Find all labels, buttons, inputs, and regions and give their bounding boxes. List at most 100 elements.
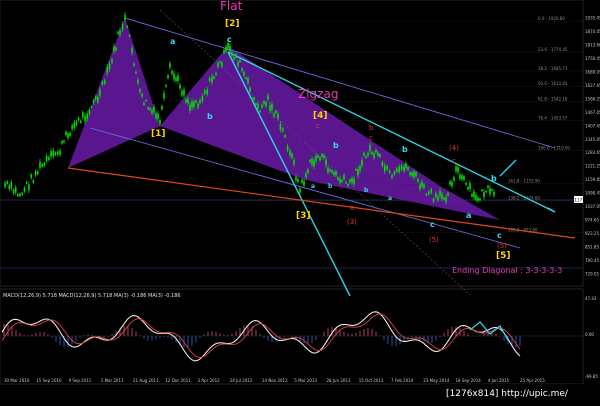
candle-body: [121, 23, 124, 30]
candle-body: [341, 179, 343, 182]
wave-a3-label: a: [311, 183, 315, 190]
x-tick-label: 3 Apr 2012: [198, 378, 221, 383]
candle-body: [253, 97, 255, 101]
candle-body: [477, 197, 479, 201]
candle-body: [157, 113, 159, 120]
red-c-label: c: [316, 122, 320, 130]
y-tick-label: 790.45: [585, 258, 599, 263]
candle-body: [284, 135, 286, 138]
candle-body: [469, 183, 471, 189]
candle-body: [141, 93, 143, 97]
candle-body: [277, 113, 279, 119]
fib-level-label: 0.0 - 1920.80: [538, 16, 565, 21]
candle-body: [119, 29, 121, 35]
candle-body: [331, 170, 333, 173]
y-tick-label: 1407.45: [585, 123, 600, 128]
y-tick-label: 1689.05: [585, 69, 600, 74]
candle-body: [381, 162, 384, 166]
candle-body: [61, 141, 63, 144]
candle-body: [473, 191, 475, 198]
wave-a4-label: a: [388, 195, 392, 202]
chart-window: 0.0 - 1920.80 23.6 - 1774.45 38.2 - 1685.7…: [0, 0, 600, 402]
x-tick-label: 21 Aug 2011: [133, 378, 159, 383]
wave-c3-label: c: [497, 231, 502, 240]
fib-level-label: 38.2 - 1685.71: [538, 66, 568, 71]
candle-body: [333, 172, 335, 176]
candle-body: [249, 87, 251, 92]
candle-body: [77, 117, 80, 121]
candle-body: [113, 46, 115, 52]
x-tick-label: 24 Jul 2012: [230, 378, 253, 383]
candle-body: [48, 156, 50, 161]
candle-body: [23, 187, 26, 192]
red-c2-label: c: [369, 134, 373, 142]
candle-body: [345, 181, 347, 184]
candle-body: [289, 150, 291, 156]
y-tick-label: 1467.05: [585, 110, 600, 115]
candle-body: [211, 76, 213, 83]
candle-body: [415, 172, 417, 176]
y-tick-label: 1874.05: [585, 29, 600, 34]
y-tick-label: 729.05: [585, 272, 599, 277]
candle-body: [65, 131, 67, 136]
x-tick-label: 12 Dec 2011: [165, 378, 191, 383]
candle-body: [173, 73, 175, 80]
candle-body: [28, 184, 30, 191]
wave-b6-label: b: [364, 187, 369, 194]
x-tick-label: 25 Apr 2015: [520, 378, 545, 383]
candle-body: [247, 78, 249, 84]
candle-body: [279, 123, 282, 130]
candle-body: [52, 150, 55, 157]
x-tick-label: 23 May 2014: [423, 378, 450, 383]
candle-body: [56, 151, 59, 155]
candle-body: [155, 113, 157, 118]
current-price-text: 1177.95: [575, 198, 592, 203]
candle-body: [167, 75, 169, 79]
candle-body: [191, 101, 193, 108]
candle-body: [84, 115, 86, 122]
candle-body: [388, 170, 391, 173]
candle-body: [21, 192, 24, 195]
candle-body: [463, 176, 465, 180]
y-tick-label: 1935.45: [585, 16, 600, 21]
credit-text: [1276x814] http://upic.me/: [446, 389, 569, 399]
candle-body: [299, 188, 301, 193]
candle-body: [267, 95, 269, 100]
fib-level-label: 61.8 - 1542.18: [538, 96, 568, 101]
candle-body: [325, 159, 327, 166]
candle-body: [384, 165, 386, 172]
candle-body: [398, 166, 400, 172]
candle-body: [391, 174, 393, 178]
candle-body: [323, 154, 325, 159]
candle-body: [317, 155, 319, 158]
candle-body: [69, 133, 71, 137]
candle-body: [97, 97, 99, 103]
candle-body: [243, 72, 245, 76]
candle-body: [151, 110, 153, 114]
y-tick-label: 974.65: [585, 218, 599, 223]
candle-body: [437, 196, 439, 201]
candle-body: [82, 112, 84, 118]
candle-body: [71, 125, 73, 130]
fib-level-label: 76.4 - 1453.57: [538, 115, 568, 120]
candle-body: [367, 152, 369, 156]
candle-body: [111, 59, 113, 63]
candle-body: [471, 193, 473, 197]
candle-body: [305, 173, 307, 178]
candle-body: [371, 151, 373, 155]
candle-body: [126, 25, 129, 28]
candle-body: [459, 174, 461, 179]
x-tick-label: 5 Mar 2013: [294, 378, 317, 383]
candle-body: [17, 194, 19, 197]
candle-body: [241, 68, 243, 72]
candle-body: [461, 175, 463, 180]
candle-body: [409, 172, 411, 176]
candle-body: [432, 198, 435, 202]
y-tick-label: 1098.45: [585, 191, 600, 196]
candle-body: [485, 190, 487, 193]
candle-body: [351, 178, 353, 183]
candle-body: [400, 165, 403, 170]
candle-body: [106, 66, 108, 73]
x-axis: 30 Mar 2010 15 Sep 2010 9 Sep 2011 1 Mar 20…: [4, 378, 545, 383]
candle-body: [90, 106, 93, 108]
